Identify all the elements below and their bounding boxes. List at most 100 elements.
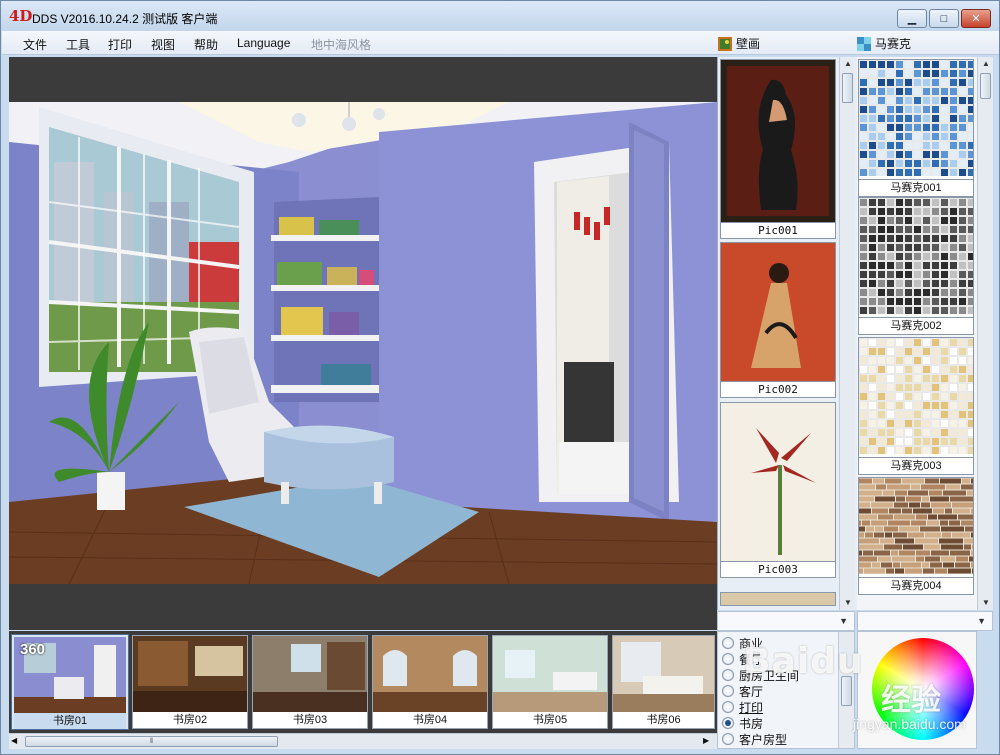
scroll-right-icon[interactable]: ▶ bbox=[703, 736, 709, 745]
mosaic-tile bbox=[878, 142, 885, 149]
mosaic-tile bbox=[941, 526, 964, 532]
room-thumb-2[interactable]: 书房02 bbox=[132, 635, 248, 729]
mosaic-tile bbox=[941, 115, 948, 122]
scroll-up-icon[interactable]: ▲ bbox=[978, 57, 994, 71]
mosaic-tile bbox=[853, 550, 862, 556]
mosaic-tile bbox=[869, 208, 876, 215]
room-render[interactable] bbox=[9, 102, 717, 584]
mosaic-tile bbox=[851, 508, 871, 514]
close-button[interactable]: ✕ bbox=[961, 9, 991, 28]
radio-icon[interactable] bbox=[722, 685, 734, 697]
window-title: DDS V2016.10.24.2 测试版 客户端 bbox=[32, 12, 218, 26]
mosaic-tile bbox=[914, 429, 921, 436]
mosaic-tile bbox=[887, 289, 894, 296]
menu-view[interactable]: 视图 bbox=[151, 36, 175, 53]
radio-selected-icon[interactable] bbox=[722, 717, 734, 729]
menu-tools[interactable]: 工具 bbox=[66, 36, 90, 53]
mosaic-scrollbar[interactable]: ▲ ▼ bbox=[977, 57, 993, 610]
mosaic-tile bbox=[932, 226, 939, 233]
mosaic-tile bbox=[932, 253, 939, 260]
menu-language[interactable]: Language bbox=[237, 36, 290, 50]
mosaic-tile bbox=[887, 88, 894, 95]
mosaic-panel-tab[interactable]: 马赛克 bbox=[857, 35, 911, 52]
list-item[interactable]: 马赛克001 bbox=[858, 59, 975, 197]
mosaic-tile bbox=[905, 289, 912, 296]
list-item[interactable]: Pic003 bbox=[720, 402, 836, 578]
mosaic-tile bbox=[932, 61, 939, 68]
mosaic-list[interactable]: 马赛克001 马赛克002 马赛克003 马赛克004 bbox=[850, 57, 994, 610]
mosaic-tile bbox=[914, 375, 921, 382]
mosaic-dropdown[interactable]: ▼ bbox=[857, 611, 993, 631]
mosaic-tile bbox=[941, 271, 948, 278]
mosaic-tile bbox=[914, 115, 921, 122]
mosaic-tile bbox=[959, 429, 966, 436]
room-type-option[interactable]: 客厅 bbox=[722, 683, 763, 699]
mosaic-tile bbox=[887, 208, 894, 215]
mosaic-tile bbox=[923, 298, 930, 305]
mosaic-tile bbox=[930, 496, 949, 502]
room-type-option[interactable]: 客户房型 bbox=[722, 731, 787, 747]
maximize-button[interactable]: □ bbox=[929, 9, 959, 28]
menu-print[interactable]: 打印 bbox=[108, 36, 132, 53]
paintings-list[interactable]: Pic001 Pic002 Pic003 ▲ ▼ bbox=[717, 57, 857, 610]
mosaic-tile bbox=[855, 478, 872, 484]
mosaic-tile bbox=[887, 375, 894, 382]
radio-icon[interactable] bbox=[722, 701, 734, 713]
mosaic-tile bbox=[869, 97, 876, 104]
paintings-dropdown[interactable]: ▼ bbox=[717, 611, 855, 631]
mosaic-tile bbox=[968, 217, 975, 224]
room-strip-scrollbar[interactable]: ◀ ⦀ ▶ bbox=[9, 733, 717, 749]
radio-icon[interactable] bbox=[722, 653, 734, 665]
list-item[interactable]: Pic001 bbox=[720, 59, 836, 239]
scroll-thumb[interactable] bbox=[980, 73, 991, 99]
radio-icon[interactable] bbox=[722, 637, 734, 649]
mosaic-tile bbox=[925, 556, 940, 562]
room-thumb-5[interactable]: 书房05 bbox=[492, 635, 608, 729]
list-item[interactable]: 马赛克003 bbox=[858, 337, 975, 475]
mosaic-tile bbox=[952, 502, 976, 508]
mosaic-tile bbox=[932, 411, 939, 418]
mosaic-tile bbox=[950, 97, 957, 104]
mosaic-tile bbox=[885, 532, 892, 538]
mosaic-tile bbox=[888, 520, 910, 526]
painting-thumbnail bbox=[721, 60, 835, 222]
scroll-thumb[interactable] bbox=[842, 73, 853, 103]
room-thumbnail-strip[interactable]: 360 书房01 书房02 书房03 书房04 书房05 书房06 bbox=[9, 631, 717, 733]
room-type-option[interactable]: 书房 bbox=[722, 715, 763, 731]
main-viewport[interactable] bbox=[9, 57, 717, 630]
mosaic-tile bbox=[856, 556, 877, 562]
list-item[interactable]: 马赛克002 bbox=[858, 197, 975, 335]
room-thumb-6[interactable]: 书房06 bbox=[612, 635, 715, 729]
mosaic-tile bbox=[860, 97, 867, 104]
room-thumb-4[interactable]: 书房04 bbox=[372, 635, 488, 729]
scroll-up-icon[interactable]: ▲ bbox=[840, 57, 856, 71]
mosaic-tile bbox=[887, 307, 894, 314]
menu-help[interactable]: 帮助 bbox=[194, 36, 218, 53]
room-type-option[interactable]: 打印 bbox=[722, 699, 763, 715]
list-item[interactable]: 马赛克004 bbox=[850, 477, 994, 595]
room-thumb-1[interactable]: 360 书房01 bbox=[12, 635, 128, 729]
scroll-down-icon[interactable]: ▼ bbox=[978, 596, 994, 610]
mosaic-tile bbox=[869, 151, 876, 158]
mosaic-tile bbox=[878, 133, 885, 140]
scroll-down-icon[interactable]: ▼ bbox=[840, 596, 856, 610]
radio-icon[interactable] bbox=[722, 733, 734, 745]
scroll-thumb[interactable]: ⦀ bbox=[25, 736, 278, 747]
paintings-panel-tab[interactable]: 壁画 bbox=[718, 35, 760, 52]
room-thumb-3[interactable]: 书房03 bbox=[252, 635, 368, 729]
list-item[interactable]: Pic002 bbox=[720, 242, 836, 398]
radio-icon[interactable] bbox=[722, 669, 734, 681]
mosaic-tile bbox=[878, 217, 885, 224]
mosaic-tile bbox=[869, 289, 876, 296]
mosaic-tile bbox=[923, 280, 930, 287]
mosaic-tile bbox=[971, 562, 989, 568]
mosaic-tile bbox=[923, 393, 930, 400]
list-item[interactable] bbox=[720, 592, 836, 606]
mosaic-tile bbox=[950, 429, 957, 436]
paintings-scrollbar[interactable]: ▲ ▼ bbox=[839, 57, 855, 610]
mosaic-tile bbox=[968, 366, 975, 373]
menu-file[interactable]: 文件 bbox=[23, 36, 47, 53]
minimize-button[interactable]: ▁ bbox=[897, 9, 927, 28]
scroll-left-icon[interactable]: ◀ bbox=[11, 736, 17, 745]
mosaic-tile bbox=[887, 244, 894, 251]
